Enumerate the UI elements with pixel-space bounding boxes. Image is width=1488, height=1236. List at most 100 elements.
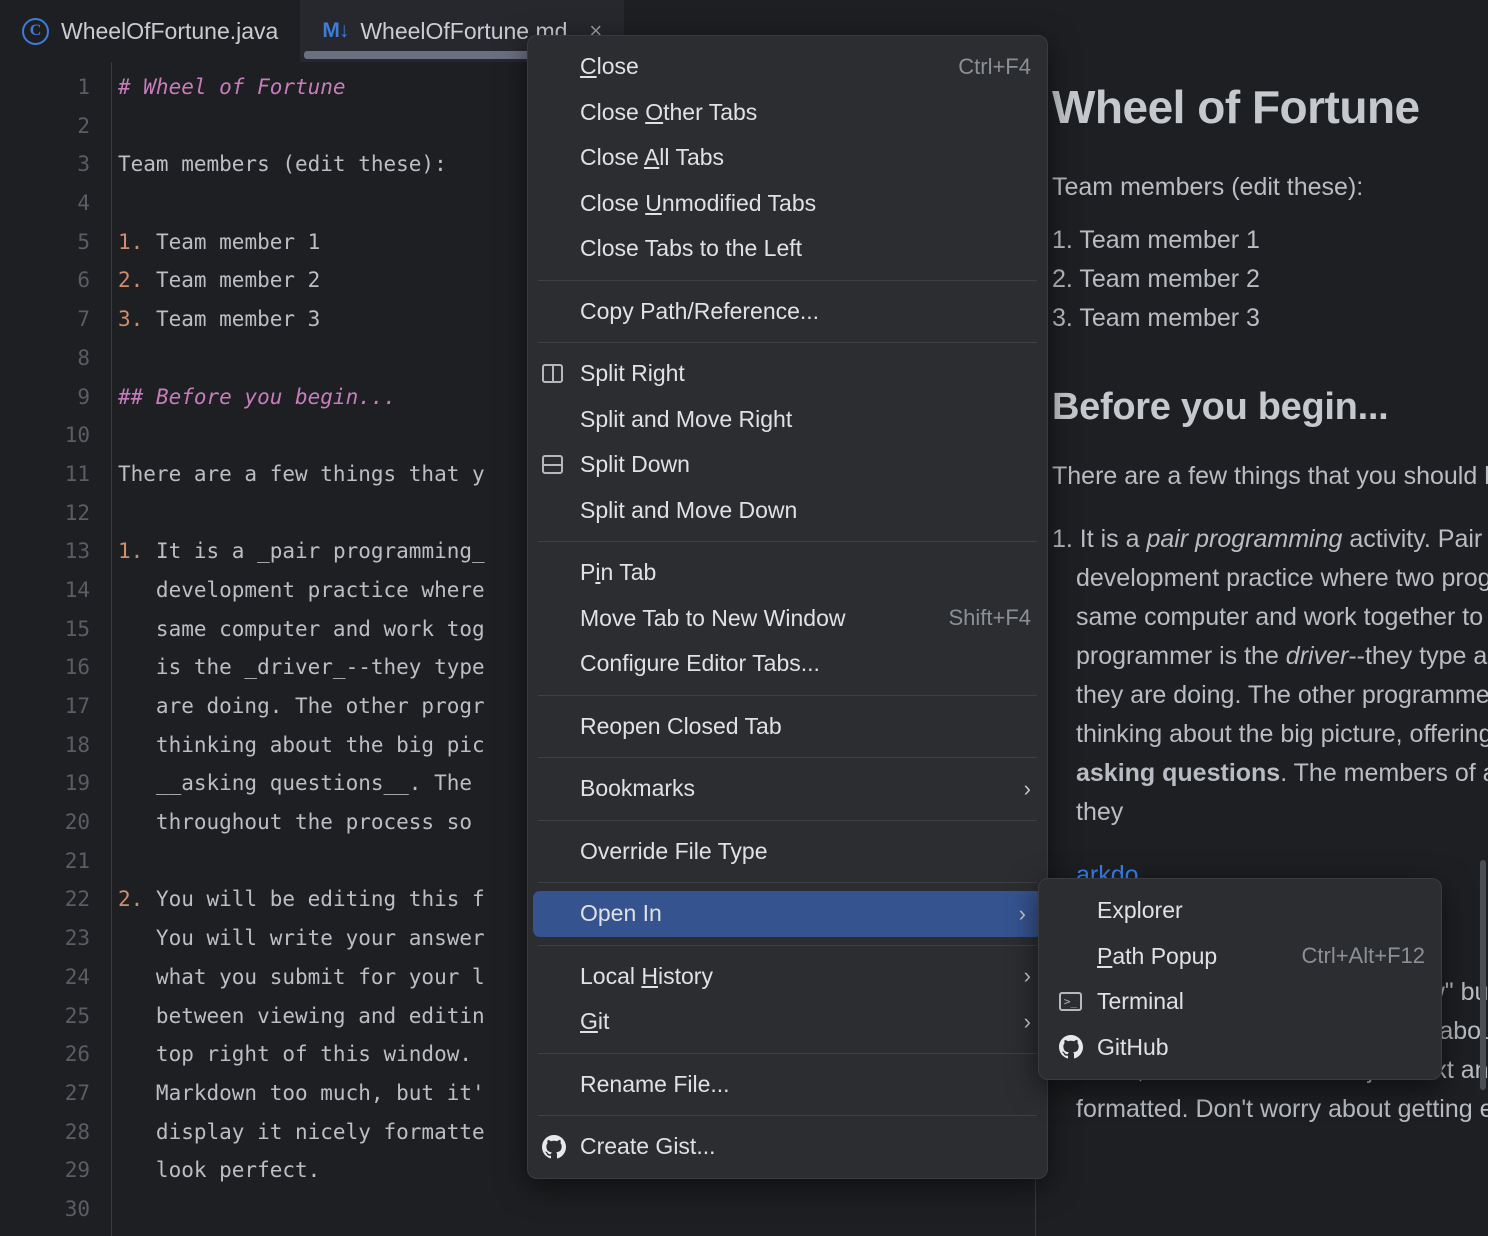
menu-item-close[interactable]: Close Ctrl+F4 [528,44,1047,90]
code-span: Markdown too much, but it' [118,1081,485,1105]
preview-heading-2: Before you begin... [1052,386,1488,429]
menu-item-label: Close Tabs to the Left [580,235,1031,262]
line-number: 5 [0,223,111,262]
menu-item-close-other-tabs[interactable]: Close Other Tabs [528,90,1047,136]
menu-item-label: Close [580,53,940,80]
menu-item-label: GitHub [1097,1034,1425,1061]
code-span: 1. [118,539,143,563]
context-menu-scrollbar[interactable] [1480,860,1486,1090]
menu-separator [538,820,1037,821]
menu-item-override-file-type[interactable]: Override File Type [528,829,1047,875]
menu-separator [538,1115,1037,1116]
line-number: 30 [0,1190,111,1229]
menu-item-split-and-move-down[interactable]: Split and Move Down [528,488,1047,534]
preview-text-line: asking questions. The members of a p [1052,754,1488,793]
menu-separator [538,757,1037,758]
menu-item-configure-editor-tabs[interactable]: Configure Editor Tabs... [528,641,1047,687]
menu-item-reopen-closed-tab[interactable]: Reopen Closed Tab [528,704,1047,750]
github-icon [542,1135,580,1159]
submenu-item-terminal[interactable]: >_Terminal [1039,979,1441,1025]
menu-item-rename-file[interactable]: Rename File... [528,1062,1047,1108]
line-number: 26 [0,1035,111,1074]
menu-item-pin-tab[interactable]: Pin Tab [528,550,1047,596]
menu-item-label: Close Unmodified Tabs [580,190,1031,217]
menu-item-label: Terminal [1097,988,1425,1015]
chevron-right-icon: › [1024,963,1031,989]
github-icon [1059,1035,1097,1059]
menu-item-copy-path-reference[interactable]: Copy Path/Reference... [528,289,1047,335]
menu-item-shortcut: Shift+F4 [948,605,1031,631]
split-vertical-icon [542,364,580,383]
line-number: 12 [0,494,111,533]
line-number: 20 [0,803,111,842]
line-number: 18 [0,726,111,765]
preview-text-line: development practice where two progra [1052,559,1488,598]
menu-item-split-down[interactable]: Split Down [528,442,1047,488]
menu-item-label: Copy Path/Reference... [580,298,1031,325]
code-span: 1. [118,230,143,254]
line-number: 16 [0,648,111,687]
menu-item-label: Override File Type [580,838,1031,865]
menu-item-close-all-tabs[interactable]: Close All Tabs [528,135,1047,181]
menu-item-local-history[interactable]: Local History › [528,954,1047,1000]
menu-item-close-tabs-to-the-left[interactable]: Close Tabs to the Left [528,226,1047,272]
chevron-right-icon: › [1024,1009,1031,1035]
code-span: __asking questions__. The [118,771,485,795]
line-number: 7 [0,300,111,339]
code-span: Team member 2 [143,268,320,292]
line-number: 19 [0,764,111,803]
line-number: 27 [0,1074,111,1113]
code-span: throughout the process so [118,810,485,834]
menu-item-shortcut: Ctrl+F4 [958,54,1031,80]
line-number: 29 [0,1151,111,1190]
line-number: 8 [0,339,111,378]
code-span: 3. [118,307,143,331]
submenu-item-github[interactable]: GitHub [1039,1025,1441,1071]
menu-separator [538,945,1037,946]
split-horizontal-icon [542,455,580,474]
menu-separator [538,342,1037,343]
code-span: between viewing and editin [118,1004,485,1028]
menu-item-close-unmodified-tabs[interactable]: Close Unmodified Tabs [528,181,1047,227]
list-item-label: Team member 2 [1079,265,1260,293]
menu-item-open-in[interactable]: Open In› [533,891,1042,937]
menu-item-label: Bookmarks [580,775,1006,802]
code-line [112,1190,1035,1229]
submenu-item-path-popup[interactable]: Path PopupCtrl+Alt+F12 [1039,934,1441,980]
menu-item-git[interactable]: Git› [528,999,1047,1045]
menu-item-split-right[interactable]: Split Right [528,351,1047,397]
line-number: 17 [0,687,111,726]
terminal-icon: >_ [1059,992,1097,1011]
list-item: 3. Team member 3 [1052,299,1488,338]
code-span: is the _driver_--they type [118,655,485,679]
menu-item-label: Open In [580,900,1001,927]
preview-heading-1: Wheel of Fortune [1052,80,1488,134]
menu-separator [538,882,1037,883]
menu-item-create-gist[interactable]: Create Gist... [528,1124,1047,1170]
line-number: 10 [0,416,111,455]
preview-intro-text: Team members (edit these): [1052,168,1488,207]
menu-item-bookmarks[interactable]: Bookmarks› [528,766,1047,812]
preview-text-line: they are doing. The other programmer i [1052,676,1488,715]
java-class-icon: C [22,18,49,45]
code-span: There are a few things that y [118,462,485,486]
code-span: Team member 3 [143,307,320,331]
menu-item-label: Rename File... [580,1071,1031,1098]
line-number: 4 [0,184,111,223]
line-number: 11 [0,455,111,494]
code-span: You will be editing this f [143,887,484,911]
code-span: 2. [118,887,143,911]
preview-text-line: they [1052,793,1488,832]
menu-item-label: Local History [580,963,1006,990]
tab-wheeloffortune-java[interactable]: C WheelOfFortune.java [0,0,300,62]
submenu-item-explorer[interactable]: Explorer [1039,888,1441,934]
menu-item-move-tab-to-new-window[interactable]: Move Tab to New WindowShift+F4 [528,596,1047,642]
open-in-submenu[interactable]: ExplorerPath PopupCtrl+Alt+F12>_Terminal… [1038,878,1442,1080]
code-span: development practice where [118,578,485,602]
menu-separator [538,541,1037,542]
menu-separator [538,695,1037,696]
line-number: 28 [0,1113,111,1152]
menu-item-split-and-move-right[interactable]: Split and Move Right [528,397,1047,443]
menu-item-label: Split and Move Right [580,406,1031,433]
tab-context-menu[interactable]: Close Ctrl+F4 Close Other TabsClose All Ta… [527,35,1048,1179]
